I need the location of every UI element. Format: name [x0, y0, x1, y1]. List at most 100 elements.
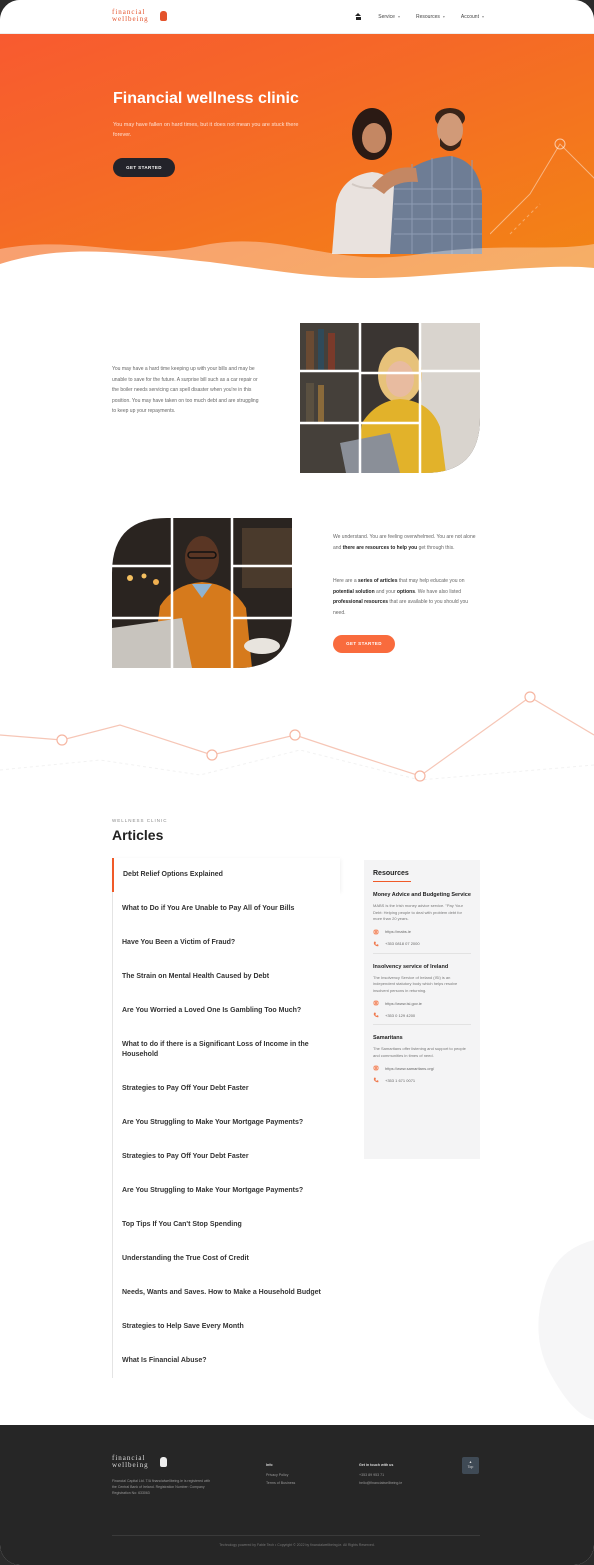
chevron-down-icon: ▾ — [481, 13, 484, 19]
resources-title: Resources — [373, 870, 409, 877]
article-link[interactable]: Strategies to Pay Off Your Debt Faster — [112, 1140, 340, 1174]
resource-phone[interactable]: +353 0818 07 2000 — [373, 941, 471, 947]
text-span: get through this. — [417, 544, 455, 551]
article-link[interactable]: Top Tips If You Can't Stop Spending — [112, 1208, 340, 1242]
resource-description: The Insolvency Service of Ireland (ISI) … — [373, 974, 458, 993]
hero-title: Financial wellness clinic — [113, 90, 299, 107]
globe-icon — [373, 928, 379, 935]
resource-phone-number: +353 0818 07 2000 — [385, 941, 420, 946]
text-span: that may help educate you on — [397, 578, 465, 584]
nav-label: Resources — [415, 13, 440, 20]
article-link[interactable]: What to do if there is a Significant Los… — [112, 1028, 340, 1072]
get-started-button[interactable]: GET STARTED — [113, 158, 175, 177]
resource-website[interactable]: https://www.samaritans.org/ — [373, 1065, 471, 1071]
resource-name: Samaritans — [373, 1035, 403, 1041]
text-emphasis: series of articles — [358, 578, 398, 584]
resource-divider — [373, 1024, 471, 1025]
logo-text-line2: wellbeing — [112, 15, 149, 23]
article-link[interactable]: What Is Financial Abuse? — [112, 1344, 340, 1378]
home-icon[interactable] — [355, 13, 362, 20]
resource-phone[interactable]: +353 1 671 0071 — [373, 1077, 471, 1083]
get-started-button-secondary[interactable]: GET STARTED — [333, 635, 395, 653]
resource-url: https://www.isi.gov.ie — [385, 1000, 422, 1006]
chevron-down-icon: ▾ — [397, 13, 400, 19]
footer-phone[interactable]: +353 89 953 71 — [359, 1471, 402, 1479]
resource-phone[interactable]: +353 0 129 4200 — [373, 1012, 471, 1018]
footer-logo[interactable]: financial wellbeing — [112, 1455, 167, 1469]
resource-name: Money Advice and Budgeting Service — [373, 892, 471, 898]
nav-item-account[interactable]: Account ▾ — [461, 14, 484, 20]
text-span: Here are a — [333, 578, 359, 584]
chevron-down-icon: ▾ — [442, 13, 445, 19]
text-emphasis: professional resources — [333, 599, 389, 605]
article-link[interactable]: Have You Been a Victim of Fraud? — [112, 926, 340, 960]
back-to-top-button[interactable]: ▲ Top — [462, 1457, 479, 1474]
articles-title: Articles — [112, 827, 164, 843]
intro-paragraph-2b: Here are a series of articles that may h… — [333, 576, 481, 618]
footer-column-heading: Info — [266, 1463, 273, 1467]
nav-label: Service — [378, 13, 395, 20]
footer-link-privacy[interactable]: Privacy Policy — [266, 1471, 295, 1479]
footer-info-column: Info Privacy Policy Terms of Business — [266, 1461, 295, 1487]
logo-mark-icon — [160, 1457, 167, 1467]
phone-icon — [373, 1077, 379, 1083]
article-link[interactable]: Are You Struggling to Make Your Mortgage… — [112, 1106, 340, 1140]
site-footer: financial wellbeing Financial Capital Lt… — [0, 1425, 594, 1565]
intro-paragraph-1: You may have a hard time keeping up with… — [112, 366, 259, 414]
footer-link-terms[interactable]: Terms of Business — [266, 1479, 295, 1487]
hero-wave — [0, 241, 594, 284]
article-link[interactable]: The Strain on Mental Health Caused by De… — [112, 960, 340, 994]
hero-section: Financial wellness clinic You may have f… — [0, 34, 594, 284]
footer-email[interactable]: hello@financialwellbeing.ie — [359, 1479, 402, 1487]
nav-label: Account — [460, 13, 479, 20]
site-header: financial wellbeing Service ▾ Resources ▾ … — [0, 0, 594, 34]
resource-website[interactable]: https://www.isi.gov.ie — [373, 1000, 471, 1006]
article-link[interactable]: Needs, Wants and Saves. How to Make a Ho… — [112, 1276, 340, 1310]
text-emphasis: potential solution — [333, 588, 375, 595]
articles-eyebrow: WELLNESS CLINIC — [112, 818, 168, 823]
nav-item-service[interactable]: Service ▾ — [378, 14, 400, 20]
footer-divider — [112, 1535, 480, 1536]
logo-mark-icon — [160, 11, 167, 21]
site-logo[interactable]: financial wellbeing — [112, 9, 167, 23]
resource-url: https://www.samaritans.org/ — [385, 1065, 435, 1071]
resources-underline — [373, 881, 411, 882]
main-nav: Service ▾ Resources ▾ Account ▾ — [355, 13, 484, 20]
decorative-line-graph — [0, 691, 594, 782]
article-link[interactable]: What to Do if You Are Unable to Pay All … — [112, 892, 340, 926]
article-link[interactable]: Are You Worried a Loved One Is Gambling … — [112, 994, 340, 1028]
footer-copyright: Technology powered by Fable Tech • Copyr… — [219, 1543, 375, 1547]
article-link[interactable]: Understanding the True Cost of Credit — [112, 1242, 340, 1276]
woman-laptop-photo — [300, 323, 480, 473]
text-span: . We have also listed — [414, 588, 462, 595]
article-link[interactable]: Strategies to Pay Off Your Debt Faster — [112, 1072, 340, 1106]
footer-column-heading: Get in touch with us — [359, 1463, 394, 1467]
resource-divider — [373, 952, 471, 954]
article-link[interactable]: Are You Struggling to Make Your Mortgage… — [112, 1174, 340, 1208]
article-link[interactable]: Strategies to Help Save Every Month — [112, 1310, 340, 1344]
decorative-blob — [538, 1240, 594, 1420]
footer-contact-column: Get in touch with us +353 89 953 71 hell… — [359, 1461, 402, 1487]
phone-icon — [373, 941, 379, 946]
phone-icon — [373, 1012, 379, 1018]
hero-subtitle: You may have fallen on hard times, but i… — [113, 122, 299, 138]
article-link[interactable]: Debt Relief Options Explained — [112, 858, 340, 892]
page-frame: financial wellbeing Service ▾ Resources ▾ … — [0, 0, 594, 1565]
article-list: Debt Relief Options Explained What to Do… — [112, 858, 340, 1378]
resource-url: https://mabs.ie — [385, 929, 412, 934]
resource-website[interactable]: https://mabs.ie — [373, 928, 471, 935]
resource-name: Insolvency service of Ireland — [373, 963, 449, 970]
resource-description: The Samaritans offer listening and suppo… — [373, 1046, 466, 1058]
text-span: and your — [374, 588, 397, 595]
resource-phone-number: +353 1 671 0071 — [385, 1077, 416, 1083]
text-emphasis: there are resources to help you — [342, 544, 418, 551]
man-laptop-photo — [112, 518, 292, 668]
intro-paragraph-2a: We understand. You are feeling overwhelm… — [333, 532, 481, 553]
globe-icon — [373, 1065, 379, 1071]
nav-item-resources[interactable]: Resources ▾ — [416, 14, 445, 20]
logo-text-line2: wellbeing — [112, 1461, 149, 1469]
back-to-top-label: Top — [467, 1465, 474, 1469]
resource-phone-number: +353 0 129 4200 — [385, 1012, 416, 1018]
resources-panel: Resources Money Advice and Budgeting Ser… — [364, 860, 480, 1159]
text-emphasis: options — [396, 588, 415, 595]
